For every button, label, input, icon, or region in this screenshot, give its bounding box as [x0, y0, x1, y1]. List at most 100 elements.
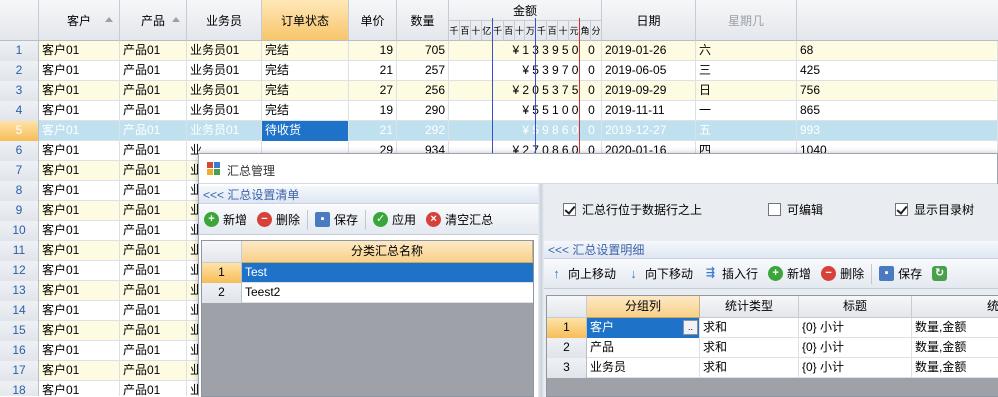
summary-list-grid[interactable]: 分类汇总名称 1 Test 2 Teest2 [201, 240, 534, 397]
qty-cell[interactable]: 292 [397, 121, 449, 141]
price-cell[interactable]: 19 [349, 41, 397, 61]
date-cell[interactable]: 2019-12-27 [602, 121, 696, 141]
extra-cell[interactable]: 68 [797, 41, 998, 61]
date-cell[interactable]: 2019-09-29 [602, 81, 696, 101]
summary-list-section-title[interactable]: <<< 汇总设置清单 [199, 186, 538, 204]
extra-cell[interactable]: 425 [797, 61, 998, 81]
stat-cell[interactable]: 求和 [700, 358, 799, 378]
status-cell[interactable]: 完结 [262, 101, 349, 121]
price-cell[interactable]: 21 [349, 121, 397, 141]
product-cell[interactable]: 产品01 [120, 301, 187, 321]
product-cell[interactable]: 产品01 [120, 341, 187, 361]
col-header-title[interactable]: 标题 [799, 296, 912, 318]
table-row[interactable]: 1 Test [202, 263, 533, 283]
customer-cell[interactable]: 客户01 [39, 241, 120, 261]
customer-cell[interactable]: 客户01 [39, 181, 120, 201]
product-cell[interactable]: 产品01 [120, 181, 187, 201]
insert-row-button[interactable]: ⇶ 插入行 [698, 262, 763, 286]
col-header-customer[interactable]: 客户 [39, 0, 120, 41]
checkbox-unchecked-icon[interactable] [768, 203, 781, 216]
dialog-title-bar[interactable]: 汇总管理 [199, 154, 997, 184]
customer-cell[interactable]: 客户01 [39, 201, 120, 221]
table-row[interactable]: 1 客户01 产品01 业务员01 完结 19 705 ¥133950 0 2019-01-26… [0, 41, 998, 61]
checkbox-checked-icon[interactable] [563, 203, 576, 216]
weekday-cell[interactable]: 三 [696, 61, 797, 81]
product-cell[interactable]: 产品01 [120, 241, 187, 261]
product-cell[interactable]: 产品01 [120, 101, 187, 121]
customer-cell[interactable]: 客户01 [39, 41, 120, 61]
col-header-weekday[interactable]: 星期几 [696, 0, 797, 41]
table-row[interactable]: 3 客户01 产品01 业务员01 完结 27 256 ¥205375 0 2019-09-29… [0, 81, 998, 101]
customer-cell[interactable]: 客户01 [39, 101, 120, 121]
summary-detail-grid[interactable]: 分组列 统计类型 标题 统 1 客户 求和 {0} 小计 数量,金额.. 2 产品 求和 {0}… [546, 295, 998, 397]
refresh-button[interactable]: ↻ [927, 262, 956, 286]
qty-cell[interactable]: 290 [397, 101, 449, 121]
extra-cell[interactable]: 993 [797, 121, 998, 141]
status-cell[interactable]: 待收货 [262, 121, 349, 141]
fields-cell[interactable]: 数量,金额 [912, 358, 998, 378]
title-cell[interactable]: {0} 小计 [799, 358, 912, 378]
extra-cell[interactable]: 756 [797, 81, 998, 101]
product-cell[interactable]: 产品01 [120, 141, 187, 161]
add-detail-button[interactable]: + 新增 [763, 262, 816, 286]
date-cell[interactable]: 2019-01-26 [602, 41, 696, 61]
price-cell[interactable]: 27 [349, 81, 397, 101]
customer-cell[interactable]: 客户01 [39, 221, 120, 241]
product-cell[interactable]: 产品01 [120, 121, 187, 141]
weekday-cell[interactable]: 日 [696, 81, 797, 101]
table-row[interactable]: 2 客户01 产品01 业务员01 完结 21 257 ¥53970 0 2019-06-05 三… [0, 61, 998, 81]
stat-cell[interactable]: 求和 [700, 318, 799, 338]
move-up-button[interactable]: ↑ 向上移动 [544, 262, 621, 286]
option-editable[interactable]: 可编辑 [768, 201, 823, 218]
product-cell[interactable]: 产品01 [120, 201, 187, 221]
customer-cell[interactable]: 客户01 [39, 341, 120, 361]
col-header-order-status[interactable]: 订单状态 [262, 0, 349, 41]
customer-cell[interactable]: 客户01 [39, 81, 120, 101]
col-header-stat-type[interactable]: 统计类型 [700, 296, 799, 318]
ellipsis-button[interactable]: .. [683, 320, 698, 335]
extra-cell[interactable]: 865 [797, 101, 998, 121]
delete-button[interactable]: − 删除 [252, 208, 305, 232]
title-cell[interactable]: {0} 小计 [799, 338, 912, 358]
table-row[interactable]: 3 业务员 求和 {0} 小计 数量,金额 [547, 358, 998, 378]
salesman-cell[interactable]: 业务员01 [187, 61, 262, 81]
col-header-summary-fields[interactable]: 统 [912, 296, 998, 318]
table-row[interactable]: 2 Teest2 [202, 283, 533, 303]
summary-detail-section-title[interactable]: <<< 汇总设置明细 [544, 241, 998, 259]
col-header-group[interactable]: 分组列 [587, 296, 700, 318]
salesman-cell[interactable]: 业务员01 [187, 41, 262, 61]
add-button[interactable]: + 新增 [199, 208, 252, 232]
date-cell[interactable]: 2019-11-11 [602, 101, 696, 121]
qty-cell[interactable]: 705 [397, 41, 449, 61]
customer-cell[interactable]: 客户01 [39, 141, 120, 161]
weekday-cell[interactable]: 五 [696, 121, 797, 141]
col-header-unit-price[interactable]: 单价 [349, 0, 397, 41]
product-cell[interactable]: 产品01 [120, 61, 187, 81]
save-detail-button[interactable]: ▪ 保存 [874, 262, 927, 286]
group-cell[interactable]: 业务员 [587, 358, 700, 378]
product-cell[interactable]: 产品01 [120, 41, 187, 61]
group-cell[interactable]: 产品 [587, 338, 700, 358]
salesman-cell[interactable]: 业务员01 [187, 121, 262, 141]
save-button[interactable]: ▪ 保存 [310, 208, 363, 232]
customer-cell[interactable]: 客户01 [39, 61, 120, 81]
customer-cell[interactable]: 客户01 [39, 281, 120, 301]
product-cell[interactable]: 产品01 [120, 281, 187, 301]
date-cell[interactable]: 2019-06-05 [602, 61, 696, 81]
price-cell[interactable]: 19 [349, 101, 397, 121]
salesman-cell[interactable]: 业务员01 [187, 81, 262, 101]
status-cell[interactable]: 完结 [262, 81, 349, 101]
qty-cell[interactable]: 256 [397, 81, 449, 101]
delete-detail-button[interactable]: − 删除 [816, 262, 869, 286]
customer-cell[interactable]: 客户01 [39, 301, 120, 321]
table-row[interactable]: 5 客户01 产品01 业务员01 待收货 21 292 ¥59860 0 2019-12-27… [0, 121, 998, 141]
table-row[interactable]: 2 产品 求和 {0} 小计 数量,金额 [547, 338, 998, 358]
col-header-date[interactable]: 日期 [602, 0, 696, 41]
option-summary-above[interactable]: 汇总行位于数据行之上 [563, 201, 702, 218]
customer-cell[interactable]: 客户01 [39, 161, 120, 181]
product-cell[interactable]: 产品01 [120, 261, 187, 281]
product-cell[interactable]: 产品01 [120, 381, 187, 396]
move-down-button[interactable]: ↓ 向下移动 [621, 262, 698, 286]
customer-cell[interactable]: 客户01 [39, 321, 120, 341]
status-cell[interactable]: 完结 [262, 61, 349, 81]
